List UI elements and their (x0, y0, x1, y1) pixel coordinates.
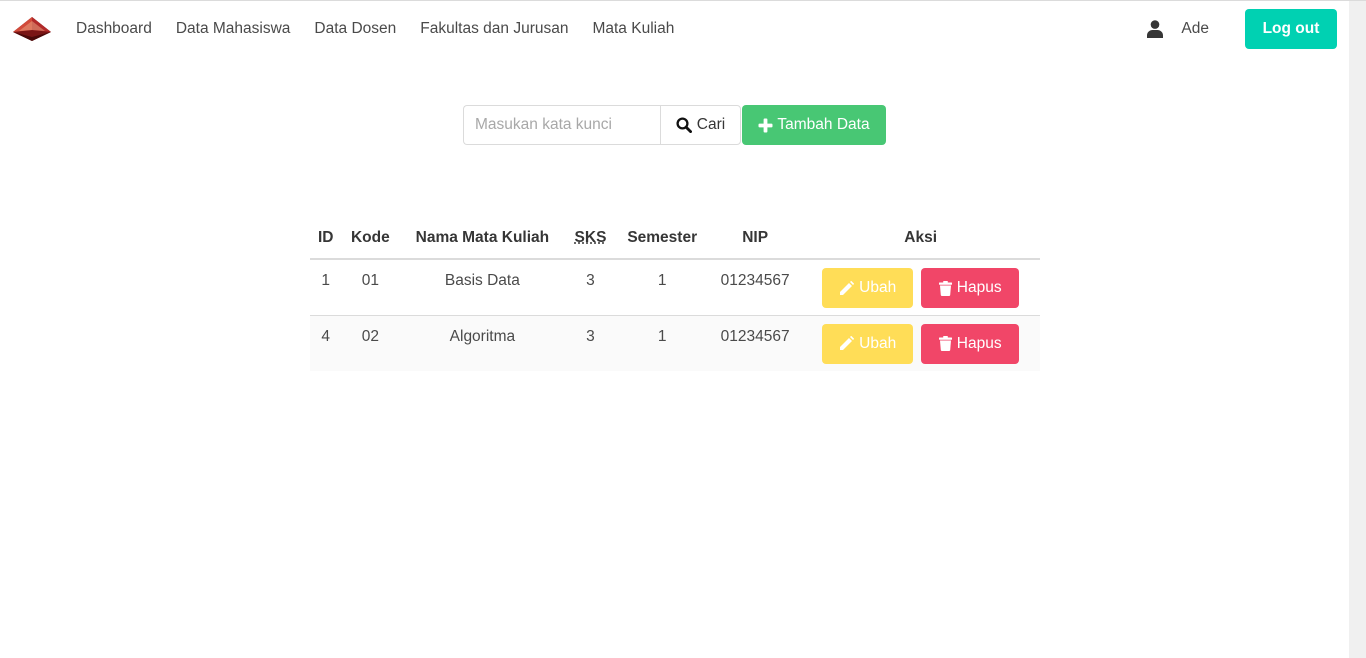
header-semester: Semester (615, 218, 709, 260)
header-sks-abbr: SKS (574, 229, 607, 246)
table-row: 4 02 Algoritma 3 1 01234567 Ubah Hapus (310, 315, 1040, 371)
cell-kode: 01 (341, 259, 400, 316)
navbar: Dashboard Data Mahasiswa Data Dosen Faku… (0, 1, 1349, 57)
edit-button[interactable]: Ubah (822, 323, 914, 364)
page-scrollbar[interactable] (1349, 1, 1366, 658)
header-sks: SKS (565, 218, 616, 260)
nav-dashboard[interactable]: Dashboard (76, 1, 152, 57)
cell-sks: 3 (565, 259, 616, 316)
cell-nip: 01234567 (708, 315, 802, 371)
trash-icon (938, 336, 952, 351)
cell-nip: 01234567 (708, 259, 802, 316)
brand-logo[interactable] (12, 15, 52, 43)
user-name: Ade (1181, 20, 1209, 37)
plus-icon (758, 118, 773, 132)
cell-id: 1 (310, 259, 342, 316)
cell-kode: 02 (341, 315, 400, 371)
header-nip: NIP (708, 218, 802, 260)
nav-fakultas-jurusan[interactable]: Fakultas dan Jurusan (420, 1, 568, 57)
cell-nama: Algoritma (399, 315, 566, 371)
add-data-label: Tambah Data (777, 116, 870, 133)
header-aksi: Aksi (801, 218, 1040, 260)
search-icon (676, 117, 692, 133)
edit-button[interactable]: Ubah (822, 268, 914, 308)
nav-data-mahasiswa[interactable]: Data Mahasiswa (176, 1, 291, 57)
pencil-icon (840, 280, 855, 295)
search-bar: Cari Tambah Data (463, 105, 886, 145)
cell-nama: Basis Data (399, 259, 566, 316)
pencil-icon (840, 336, 855, 350)
cell-semester: 1 (615, 315, 709, 371)
nav-mata-kuliah[interactable]: Mata Kuliah (592, 1, 674, 57)
pyramid-logo-icon (13, 17, 51, 41)
search-button-label: Cari (696, 116, 726, 133)
mata-kuliah-table: ID Kode Nama Mata Kuliah SKS Semester NI… (310, 218, 1040, 371)
delete-button-label: Hapus (956, 334, 1002, 352)
cell-sks: 3 (565, 315, 616, 371)
delete-button[interactable]: Hapus (921, 323, 1020, 364)
navbar-end: Ade Log out (1147, 9, 1337, 49)
cell-actions: Ubah Hapus (801, 315, 1040, 371)
cell-actions: Ubah Hapus (801, 259, 1040, 316)
user-icon (1147, 20, 1164, 38)
table-row: 1 01 Basis Data 3 1 01234567 Ubah Hapus (310, 259, 1040, 316)
logout-button[interactable]: Log out (1245, 9, 1337, 49)
nav-data-dosen[interactable]: Data Dosen (314, 1, 396, 57)
edit-button-label: Ubah (859, 279, 897, 296)
table-header-row: ID Kode Nama Mata Kuliah SKS Semester NI… (310, 218, 1040, 260)
search-button[interactable]: Cari (660, 105, 741, 145)
delete-button[interactable]: Hapus (921, 268, 1020, 308)
page: Dashboard Data Mahasiswa Data Dosen Faku… (0, 0, 1366, 658)
edit-button-label: Ubah (859, 334, 897, 352)
cell-semester: 1 (615, 259, 709, 316)
delete-button-label: Hapus (956, 279, 1002, 296)
header-id: ID (310, 218, 342, 260)
trash-icon (938, 280, 952, 296)
add-data-button[interactable]: Tambah Data (742, 105, 886, 145)
header-nama-mata-kuliah: Nama Mata Kuliah (399, 218, 566, 260)
search-input[interactable] (463, 105, 660, 145)
header-kode: Kode (341, 218, 400, 260)
cell-id: 4 (310, 315, 342, 371)
